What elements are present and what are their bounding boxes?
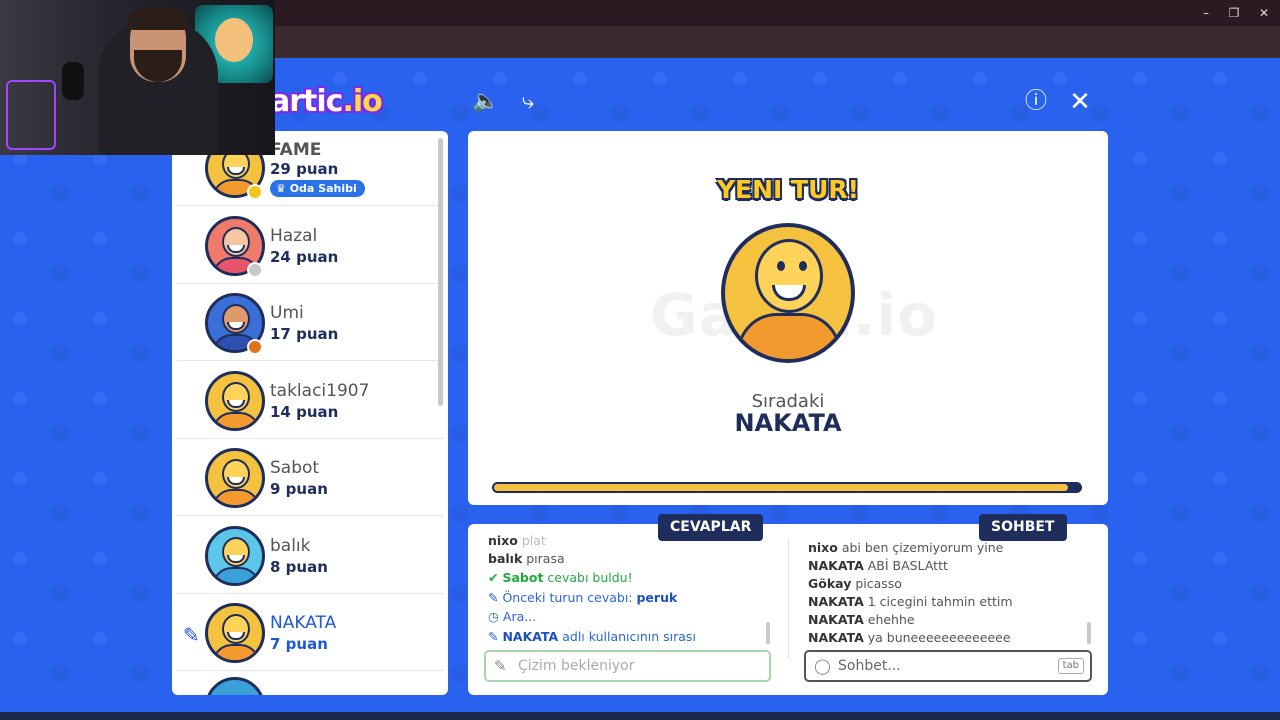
answer-message: ✔ Sabot cevabı buldu! (488, 570, 633, 585)
avatar (205, 677, 265, 695)
taskbar-edge (0, 712, 1280, 720)
answer-message: ✎ NAKATA adlı kullanıcının sırası (488, 629, 696, 644)
chat-message: NAKATA ya buneeeeeeeeeeeee (808, 630, 1011, 645)
answer-message: balık pırasa (488, 551, 565, 566)
pencil-icon: ✎ (494, 657, 507, 675)
players-list: FAME 29 puan ♛ Oda Sahibi Hazal 24 puan … (172, 131, 448, 695)
player-name: balık (270, 536, 311, 556)
answers-chat-panel: nixo plat balık pırasa ✔ Sabot cevabı bu… (468, 524, 1108, 695)
player-score: 14 puan (270, 403, 339, 421)
avatar (205, 371, 265, 431)
panel-divider (788, 538, 789, 658)
status-dot (247, 262, 263, 278)
status-dot (247, 339, 263, 355)
player-score: 24 puan (270, 248, 339, 266)
chat-input[interactable] (838, 656, 1052, 676)
player-row: Umi 17 puan (177, 285, 443, 361)
close-window-icon[interactable]: ✕ (1254, 5, 1274, 21)
answer-message: ◷ Ara... (488, 609, 537, 624)
player-name: Sabot (270, 458, 320, 478)
pencil-icon: ✎ (488, 629, 499, 644)
minimize-icon[interactable]: – (1196, 5, 1216, 21)
player-name: FAME (270, 140, 322, 160)
chat-message: nixo abi ben çizemiyorum yine (808, 540, 1004, 555)
close-icon[interactable]: ✕ (1066, 88, 1094, 116)
player-row: Hazal 24 puan (177, 208, 443, 284)
next-player-avatar (721, 223, 855, 363)
answer-message: nixo plat (488, 533, 546, 548)
players-scrollbar[interactable] (438, 138, 443, 406)
tab-chat[interactable]: SOHBET (979, 514, 1067, 541)
answers-scrollbar[interactable] (766, 622, 770, 644)
clock-icon: ◷ (488, 609, 499, 624)
player-score: 9 puan (270, 480, 328, 498)
player-score: 7 puan (270, 635, 328, 653)
round-timer-fill (494, 484, 1069, 491)
player-row (177, 673, 443, 695)
drawing-stage[interactable]: Gartic.io YENI TUR! Sıradaki NAKATA (468, 131, 1108, 505)
answer-message: ✎ Önceki turun cevabı: peruk (488, 590, 678, 605)
player-name: Umi (270, 303, 304, 323)
webcam-overlay (0, 0, 275, 155)
status-dot (247, 184, 263, 200)
player-score: 8 puan (270, 558, 328, 576)
restore-icon[interactable]: ❐ (1224, 5, 1244, 21)
drawing-pencil-icon: ✎ (183, 623, 200, 647)
next-player-name: NAKATA (734, 409, 842, 437)
round-timer-bar (492, 482, 1082, 493)
answer-input[interactable] (518, 656, 731, 676)
chat-message: NAKATA ABİ BASLAttt (808, 558, 948, 573)
chat-message: Gökay picasso (808, 576, 902, 591)
player-row: taklaci1907 14 puan (177, 363, 443, 439)
owner-badge: ♛ Oda Sahibi (270, 180, 365, 197)
chat-message: NAKATA ehehhe (808, 612, 915, 627)
player-name: Hazal (270, 226, 318, 246)
share-icon[interactable]: ⤷ (514, 88, 542, 116)
avatar (205, 448, 265, 508)
player-row-current: ✎ NAKATA 7 puan (177, 595, 443, 671)
tab-key-hint: tab (1057, 658, 1084, 674)
answer-field[interactable]: ✎ (484, 650, 771, 682)
avatar (205, 526, 265, 586)
avatar (205, 603, 265, 663)
sound-icon[interactable]: 🔈 (472, 88, 500, 116)
tab-answers[interactable]: CEVAPLAR (658, 514, 764, 541)
new-round-title: YENI TUR! (716, 175, 860, 204)
player-name: taklaci1907 (270, 381, 370, 401)
chat-bubble-icon: ◯ (814, 657, 831, 675)
chat-scrollbar[interactable] (1087, 622, 1091, 644)
check-icon: ✔ (488, 570, 499, 585)
player-score: 17 puan (270, 325, 339, 343)
pencil-icon: ✎ (488, 590, 499, 605)
chat-field[interactable]: ◯ tab (804, 650, 1092, 682)
player-row: Sabot 9 puan (177, 440, 443, 516)
player-row: balık 8 puan (177, 518, 443, 594)
info-icon[interactable]: ⓘ (1022, 88, 1050, 116)
chat-message: NAKATA 1 cicegini tahmin ettim (808, 594, 1013, 609)
player-score: 29 puan (270, 160, 339, 178)
player-name: NAKATA (270, 613, 337, 633)
gartic-logo: artic.io (270, 84, 383, 119)
